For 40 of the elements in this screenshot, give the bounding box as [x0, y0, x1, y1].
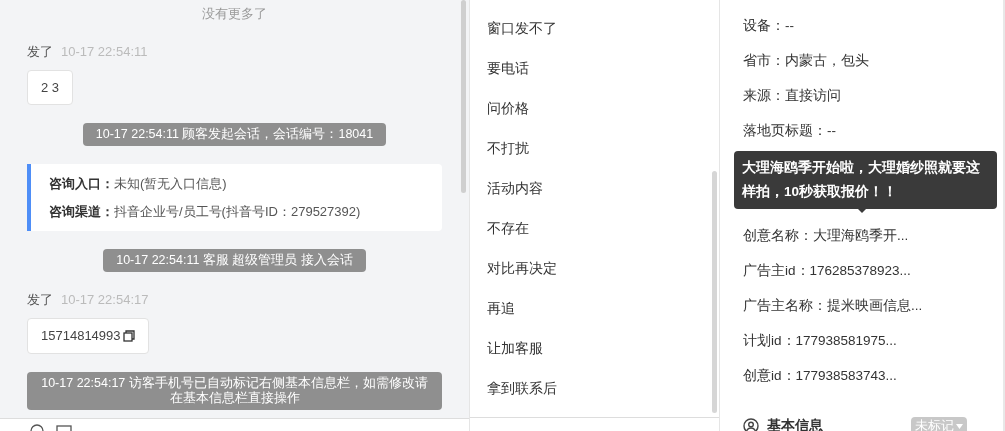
quick-reply-item[interactable]: 窗口发不了	[470, 8, 719, 48]
quick-reply-item[interactable]: 拿到联系后	[470, 368, 719, 408]
system-notice: 10-17 22:54:11 客服 超级管理员 接入会话	[103, 249, 366, 273]
info-value: 未知(暂无入口信息)	[114, 175, 227, 194]
detail-row-text: 设备：--	[743, 17, 795, 36]
quick-reply-item[interactable]: 不存在	[470, 208, 719, 248]
detail-row-text: 来源：直接访问	[743, 87, 842, 106]
scrollbar-thumb[interactable]	[461, 0, 466, 193]
message-time: 10-17 22:54:11	[61, 42, 148, 61]
detail-row-text: 创意名称：大理海鸥季开...	[743, 227, 910, 246]
detail-row-text: 创意id：177938583743...	[743, 367, 898, 386]
caret-icon	[956, 423, 963, 429]
quick-reply-item[interactable]: 让加客服	[470, 328, 719, 368]
system-notice: 10-17 22:54:11 顾客发起会话，会话编号：18041	[82, 123, 387, 147]
emoji-icon[interactable]	[30, 422, 44, 431]
detail-row-text: 广告主id：176285378923...	[743, 262, 912, 281]
user-icon	[743, 418, 759, 431]
image-icon[interactable]	[56, 425, 72, 431]
info-label: 咨询渠道：	[49, 202, 114, 221]
detail-row-text: 落地页标题：--	[743, 122, 837, 141]
copy-icon[interactable]	[122, 330, 135, 342]
sender-name: 发了	[27, 42, 53, 61]
info-value: 抖音企业号/员工号(抖音号ID：279527392)	[114, 202, 361, 221]
quick-reply-item[interactable]: 问价格	[470, 88, 719, 128]
message-text: 15714814993	[41, 327, 121, 346]
message-text: 2 3	[41, 78, 60, 97]
quick-reply-item[interactable]: 不打扰	[470, 128, 719, 168]
system-notice: 10-17 22:54:17 访客手机号已自动标记右侧基本信息栏，如需修改请在基本信息栏直接操作	[27, 371, 442, 410]
detail-row-text: 广告主名称：提米映画信息...	[743, 297, 924, 316]
no-more-text: 没有更多了	[202, 6, 267, 23]
quick-reply-item[interactable]: 再追	[470, 288, 719, 328]
scrollbar-thumb[interactable]	[712, 171, 717, 413]
detail-row-text: 省市：内蒙古，包头	[743, 52, 870, 71]
quick-reply-item[interactable]: 要电话	[470, 48, 719, 88]
message-time: 10-17 22:54:17	[61, 291, 149, 310]
info-label: 咨询入口：	[49, 175, 114, 194]
quick-reply-item[interactable]: 活动内容	[470, 168, 719, 208]
sender-name: 发了	[27, 291, 53, 310]
detail-row-text: 计划id：177938581975...	[743, 332, 898, 351]
quick-reply-item[interactable]: 对比再决定	[470, 248, 719, 288]
